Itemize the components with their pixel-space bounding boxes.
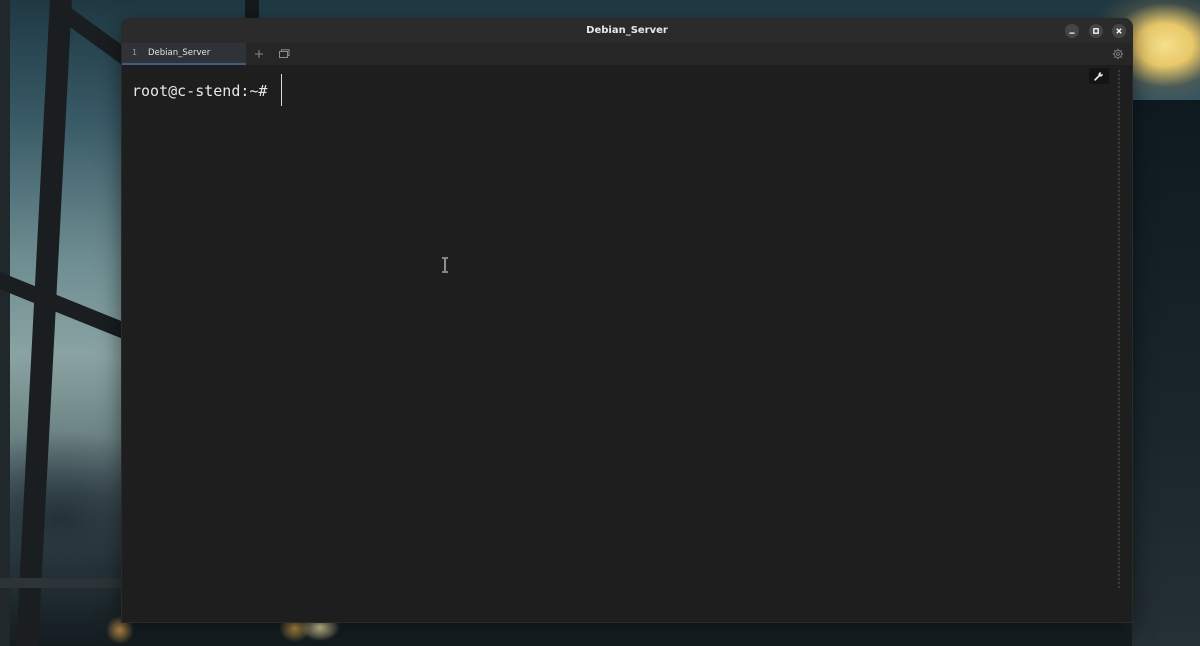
tab-number: 1 bbox=[132, 48, 138, 57]
window-title: Debian_Server bbox=[586, 25, 668, 36]
background-window-bar-diagonal bbox=[0, 268, 130, 340]
scrollbar[interactable] bbox=[1116, 69, 1122, 589]
ibeam-cursor-icon bbox=[442, 257, 448, 273]
text-cursor bbox=[281, 74, 282, 106]
terminal-window: Debian_Server 1 Debian_Server root@c-ste… bbox=[122, 19, 1132, 622]
gear-icon bbox=[1112, 48, 1124, 60]
tab-overview-button[interactable] bbox=[276, 46, 292, 62]
tab-bar: 1 Debian_Server bbox=[122, 43, 1132, 65]
background-shadow bbox=[1132, 100, 1200, 646]
background-window-bar-top bbox=[245, 0, 259, 18]
terminal-tools-button[interactable] bbox=[1089, 68, 1109, 84]
background-window-bar bbox=[16, 0, 72, 646]
background-frame-edge bbox=[0, 0, 10, 646]
tab-debian-server[interactable]: 1 Debian_Server bbox=[122, 43, 246, 65]
minimize-icon bbox=[1069, 32, 1075, 34]
terminal-area[interactable]: root@c-stend:~# bbox=[122, 65, 1132, 622]
maximize-icon bbox=[1093, 28, 1099, 34]
minimize-button[interactable] bbox=[1065, 24, 1079, 38]
background-window-bar-horizontal bbox=[0, 578, 122, 588]
maximize-button[interactable] bbox=[1089, 24, 1103, 38]
wrench-icon bbox=[1094, 72, 1103, 81]
close-icon bbox=[1116, 28, 1122, 34]
windows-icon bbox=[279, 49, 290, 58]
terminal-prompt: root@c-stend:~# bbox=[132, 82, 268, 100]
plus-icon bbox=[255, 50, 263, 58]
settings-button[interactable] bbox=[1110, 46, 1126, 62]
tab-label: Debian_Server bbox=[148, 48, 211, 58]
new-tab-button[interactable] bbox=[251, 46, 267, 62]
close-button[interactable] bbox=[1112, 24, 1126, 38]
title-bar[interactable]: Debian_Server bbox=[122, 19, 1132, 43]
